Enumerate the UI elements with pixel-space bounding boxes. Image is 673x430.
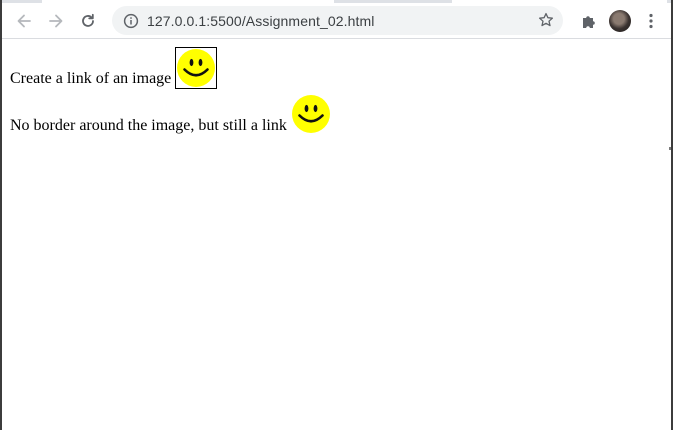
page-content: Create a link of an image No border arou…	[2, 40, 671, 430]
image-link-row-bordered: Create a link of an image	[10, 47, 218, 89]
reload-icon	[82, 13, 94, 27]
smiley-image-link-bordered[interactable]	[175, 47, 218, 89]
image-link-row-plain: No border around the image, but still a …	[10, 94, 333, 136]
back-button[interactable]	[11, 8, 37, 34]
window-edge-mark	[669, 147, 671, 150]
smiley-face-icon	[177, 49, 216, 87]
puzzle-icon[interactable]	[578, 10, 600, 32]
line1-text: Create a link of an image	[10, 70, 172, 87]
forward-arrow-icon	[49, 14, 63, 27]
kebab-menu-icon[interactable]	[643, 10, 659, 32]
browser-toolbar: 127.0.0.1:5500/Assignment_02.html	[2, 3, 671, 39]
smiley-image-link-plain[interactable]	[291, 94, 333, 136]
back-arrow-icon	[17, 14, 31, 27]
toolbar-right	[578, 8, 659, 34]
smiley-face-icon	[291, 95, 330, 133]
bookmark-star-icon[interactable]	[537, 11, 555, 29]
reload-button[interactable]	[75, 8, 101, 34]
line2-text: No border around the image, but still a …	[10, 117, 287, 134]
address-bar[interactable]: 127.0.0.1:5500/Assignment_02.html	[112, 6, 563, 35]
forward-button[interactable]	[43, 8, 69, 34]
browser-window: 127.0.0.1:5500/Assignment_02.html Create…	[0, 0, 673, 430]
profile-avatar[interactable]	[609, 10, 631, 32]
info-icon[interactable]	[122, 12, 140, 30]
url-text[interactable]: 127.0.0.1:5500/Assignment_02.html	[147, 13, 374, 29]
